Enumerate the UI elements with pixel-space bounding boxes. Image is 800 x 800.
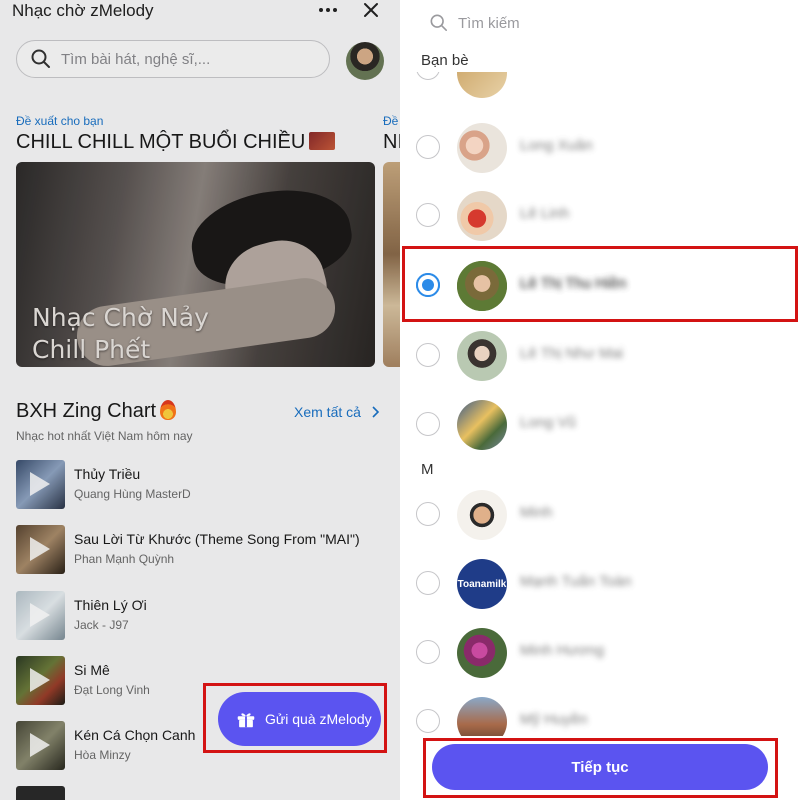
friend-row[interactable]: Long Vũ [400, 392, 800, 456]
gift-zmelody-button[interactable]: Gửi quà zMelody [218, 692, 381, 746]
friend-row[interactable]: Lê Linh [400, 183, 800, 247]
friend-name: Lê Linh [520, 205, 570, 222]
friend-name: Lê Thị Thu Hiền [520, 275, 627, 292]
friend-name: Minh [520, 504, 553, 521]
user-avatar[interactable] [346, 42, 384, 80]
play-icon [30, 733, 50, 757]
friend-row[interactable]: Minh [400, 482, 800, 546]
friend-radio-checked[interactable] [416, 273, 440, 297]
song-title: Sau Lời Từ Khước (Theme Song From "MAI") [74, 531, 360, 547]
friend-row-selected-overlay[interactable]: Lê Thị Thu Hiền [400, 253, 800, 317]
fire-icon [160, 400, 177, 420]
friend-radio[interactable] [416, 709, 440, 733]
friend-avatar [457, 400, 507, 450]
friend-avatar [457, 628, 507, 678]
friend-radio[interactable] [416, 203, 440, 227]
play-icon [30, 472, 50, 496]
song-thumbnail [16, 460, 65, 509]
chart-subtitle: Nhạc hot nhất Việt Nam hôm nay [16, 429, 193, 443]
song-item[interactable]: Sau Lời Từ Khước (Theme Song From "MAI")… [16, 525, 376, 577]
song-item[interactable]: Thủy Triều Quang Hùng MasterD [16, 460, 376, 512]
song-title: Kén Cá Chọn Canh [74, 727, 196, 743]
friend-radio[interactable] [416, 640, 440, 664]
see-all-label: Xem tất cả [294, 404, 361, 420]
section-label-m: M [421, 461, 434, 478]
banner-text: Nhạc Chờ Nảy Chill Phết [32, 302, 209, 366]
song-search-input[interactable] [61, 50, 311, 68]
song-item[interactable]: Thiên Lý Ơi Jack - J97 [16, 591, 376, 643]
friend-row[interactable]: Toanamilk Mạnh Tuấn Toàn [400, 551, 800, 615]
friend-avatar [457, 191, 507, 241]
song-title: Thủy Triều [74, 466, 141, 482]
friend-name: Long Xuân [520, 137, 593, 154]
song-thumbnail [16, 591, 65, 640]
friend-avatar [457, 331, 507, 381]
chevron-right-icon [372, 406, 379, 418]
song-artist: Phan Mạnh Quỳnh [74, 552, 175, 566]
song-title: Thiên Lý Ơi [74, 597, 147, 613]
friend-name: Long Vũ [520, 414, 576, 431]
friend-radio[interactable] [416, 135, 440, 159]
song-artist: Đạt Long Vinh [74, 683, 150, 697]
friend-avatar [457, 123, 507, 173]
friend-name: Minh Hương [520, 642, 605, 659]
friend-name: Mạnh Tuấn Toàn [520, 573, 632, 590]
friend-row[interactable]: Minh Hương [400, 620, 800, 684]
gift-button-label: Gửi quà zMelody [265, 711, 372, 727]
friend-row[interactable]: Lê Thị Như Mai [400, 323, 800, 387]
zmelody-panel: Nhạc chờ zMelody Đề xuất cho bạn Đề CHIL… [0, 0, 400, 800]
search-icon [430, 14, 448, 32]
friend-radio[interactable] [416, 502, 440, 526]
friend-search-input[interactable] [458, 14, 758, 32]
suggest-label-next: Đề [383, 114, 399, 128]
playlist-title[interactable]: CHILL CHILL MỘT BUỔI CHIỀU [16, 131, 336, 154]
close-button[interactable] [356, 0, 386, 24]
song-thumbnail [16, 525, 65, 574]
friend-radio[interactable] [416, 343, 440, 367]
sunset-emoji-icon [309, 132, 336, 150]
playlist-title-text: CHILL CHILL MỘT BUỔI CHIỀU [16, 131, 306, 153]
banner-line-1: Nhạc Chờ Nảy [32, 303, 209, 332]
friend-search-box[interactable] [430, 14, 758, 32]
song-thumbnail [16, 786, 65, 800]
song-search-box[interactable] [16, 40, 330, 78]
friend-radio[interactable] [416, 412, 440, 436]
playlist-banner[interactable]: Nhạc Chờ Nảy Chill Phết [16, 162, 375, 367]
friend-picker-panel: Bạn bè Long Xuân Lê Linh Lê Thị Thu Hiền… [400, 0, 800, 800]
friend-avatar [457, 261, 507, 311]
song-thumbnail [16, 721, 65, 770]
chart-title: BXH Zing Chart [16, 400, 177, 423]
playlist-title-next[interactable]: NI [383, 131, 400, 154]
song-title: Si Mê [74, 662, 110, 678]
more-icon [319, 8, 337, 12]
gift-icon [237, 713, 255, 728]
friend-avatar [457, 490, 507, 540]
friend-radio[interactable] [416, 571, 440, 595]
friend-row[interactable]: Long Xuân [400, 115, 800, 179]
app-title: Nhạc chờ zMelody [12, 1, 154, 20]
next-playlist-banner[interactable] [383, 162, 400, 367]
song-item-partial[interactable] [16, 786, 376, 800]
search-icon [31, 49, 50, 68]
chart-title-text: BXH Zing Chart [16, 400, 157, 422]
more-options-button[interactable] [313, 0, 343, 24]
song-thumbnail [16, 656, 65, 705]
banner-line-2: Chill Phết [32, 335, 151, 364]
play-icon [30, 537, 50, 561]
friend-name: Mỹ Huyền [520, 711, 588, 728]
section-label-friends: Bạn bè [421, 52, 469, 69]
play-icon [30, 603, 50, 627]
play-icon [30, 668, 50, 692]
song-artist: Jack - J97 [74, 618, 129, 632]
continue-button[interactable]: Tiếp tục [432, 744, 768, 790]
see-all-link[interactable]: Xem tất cả [294, 404, 380, 420]
friend-avatar: Toanamilk [457, 559, 507, 609]
close-icon [364, 3, 378, 17]
song-artist: Quang Hùng MasterD [74, 487, 191, 501]
suggest-label: Đề xuất cho bạn [16, 114, 104, 128]
song-artist: Hòa Minzy [74, 748, 131, 762]
friend-name: Lê Thị Như Mai [520, 345, 624, 362]
